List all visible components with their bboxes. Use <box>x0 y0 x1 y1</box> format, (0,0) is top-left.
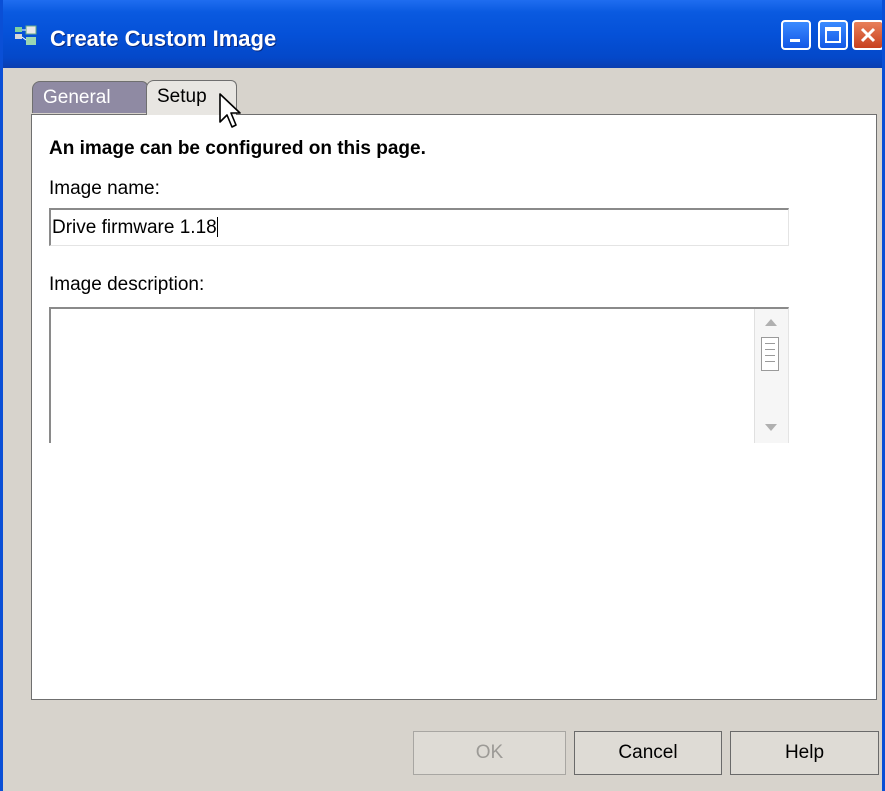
window-title: Create Custom Image <box>50 26 277 51</box>
image-description-label: Image description: <box>49 274 205 295</box>
window-frame-left <box>0 0 3 791</box>
tab-general[interactable]: General <box>32 81 148 113</box>
minimize-button[interactable] <box>781 20 811 50</box>
help-button[interactable]: Help <box>730 731 879 775</box>
create-custom-image-dialog: Create Custom Image General Setup An ima… <box>0 0 885 791</box>
mouse-pointer-icon <box>219 93 241 128</box>
maximize-button[interactable] <box>818 20 848 50</box>
scroll-down-arrow-icon[interactable] <box>761 421 781 435</box>
image-name-label: Image name: <box>49 178 160 199</box>
cancel-button[interactable]: Cancel <box>574 731 722 775</box>
description-scrollbar[interactable] <box>754 309 788 443</box>
maximize-icon <box>825 27 841 43</box>
text-caret <box>216 217 218 237</box>
close-button[interactable] <box>852 20 884 50</box>
ok-button[interactable]: OK <box>413 731 566 775</box>
page-heading: An image can be configured on this page. <box>49 138 426 159</box>
minimize-icon <box>790 39 800 42</box>
image-name-input[interactable]: Drive firmware 1.18 <box>49 208 789 246</box>
scroll-up-arrow-icon[interactable] <box>761 315 781 329</box>
title-bar[interactable]: Create Custom Image <box>0 0 885 68</box>
scroll-thumb[interactable] <box>761 337 779 371</box>
close-icon <box>860 27 876 43</box>
image-description-textarea[interactable] <box>49 307 789 443</box>
image-name-value: Drive firmware 1.18 <box>52 217 217 238</box>
app-icon <box>15 25 37 45</box>
